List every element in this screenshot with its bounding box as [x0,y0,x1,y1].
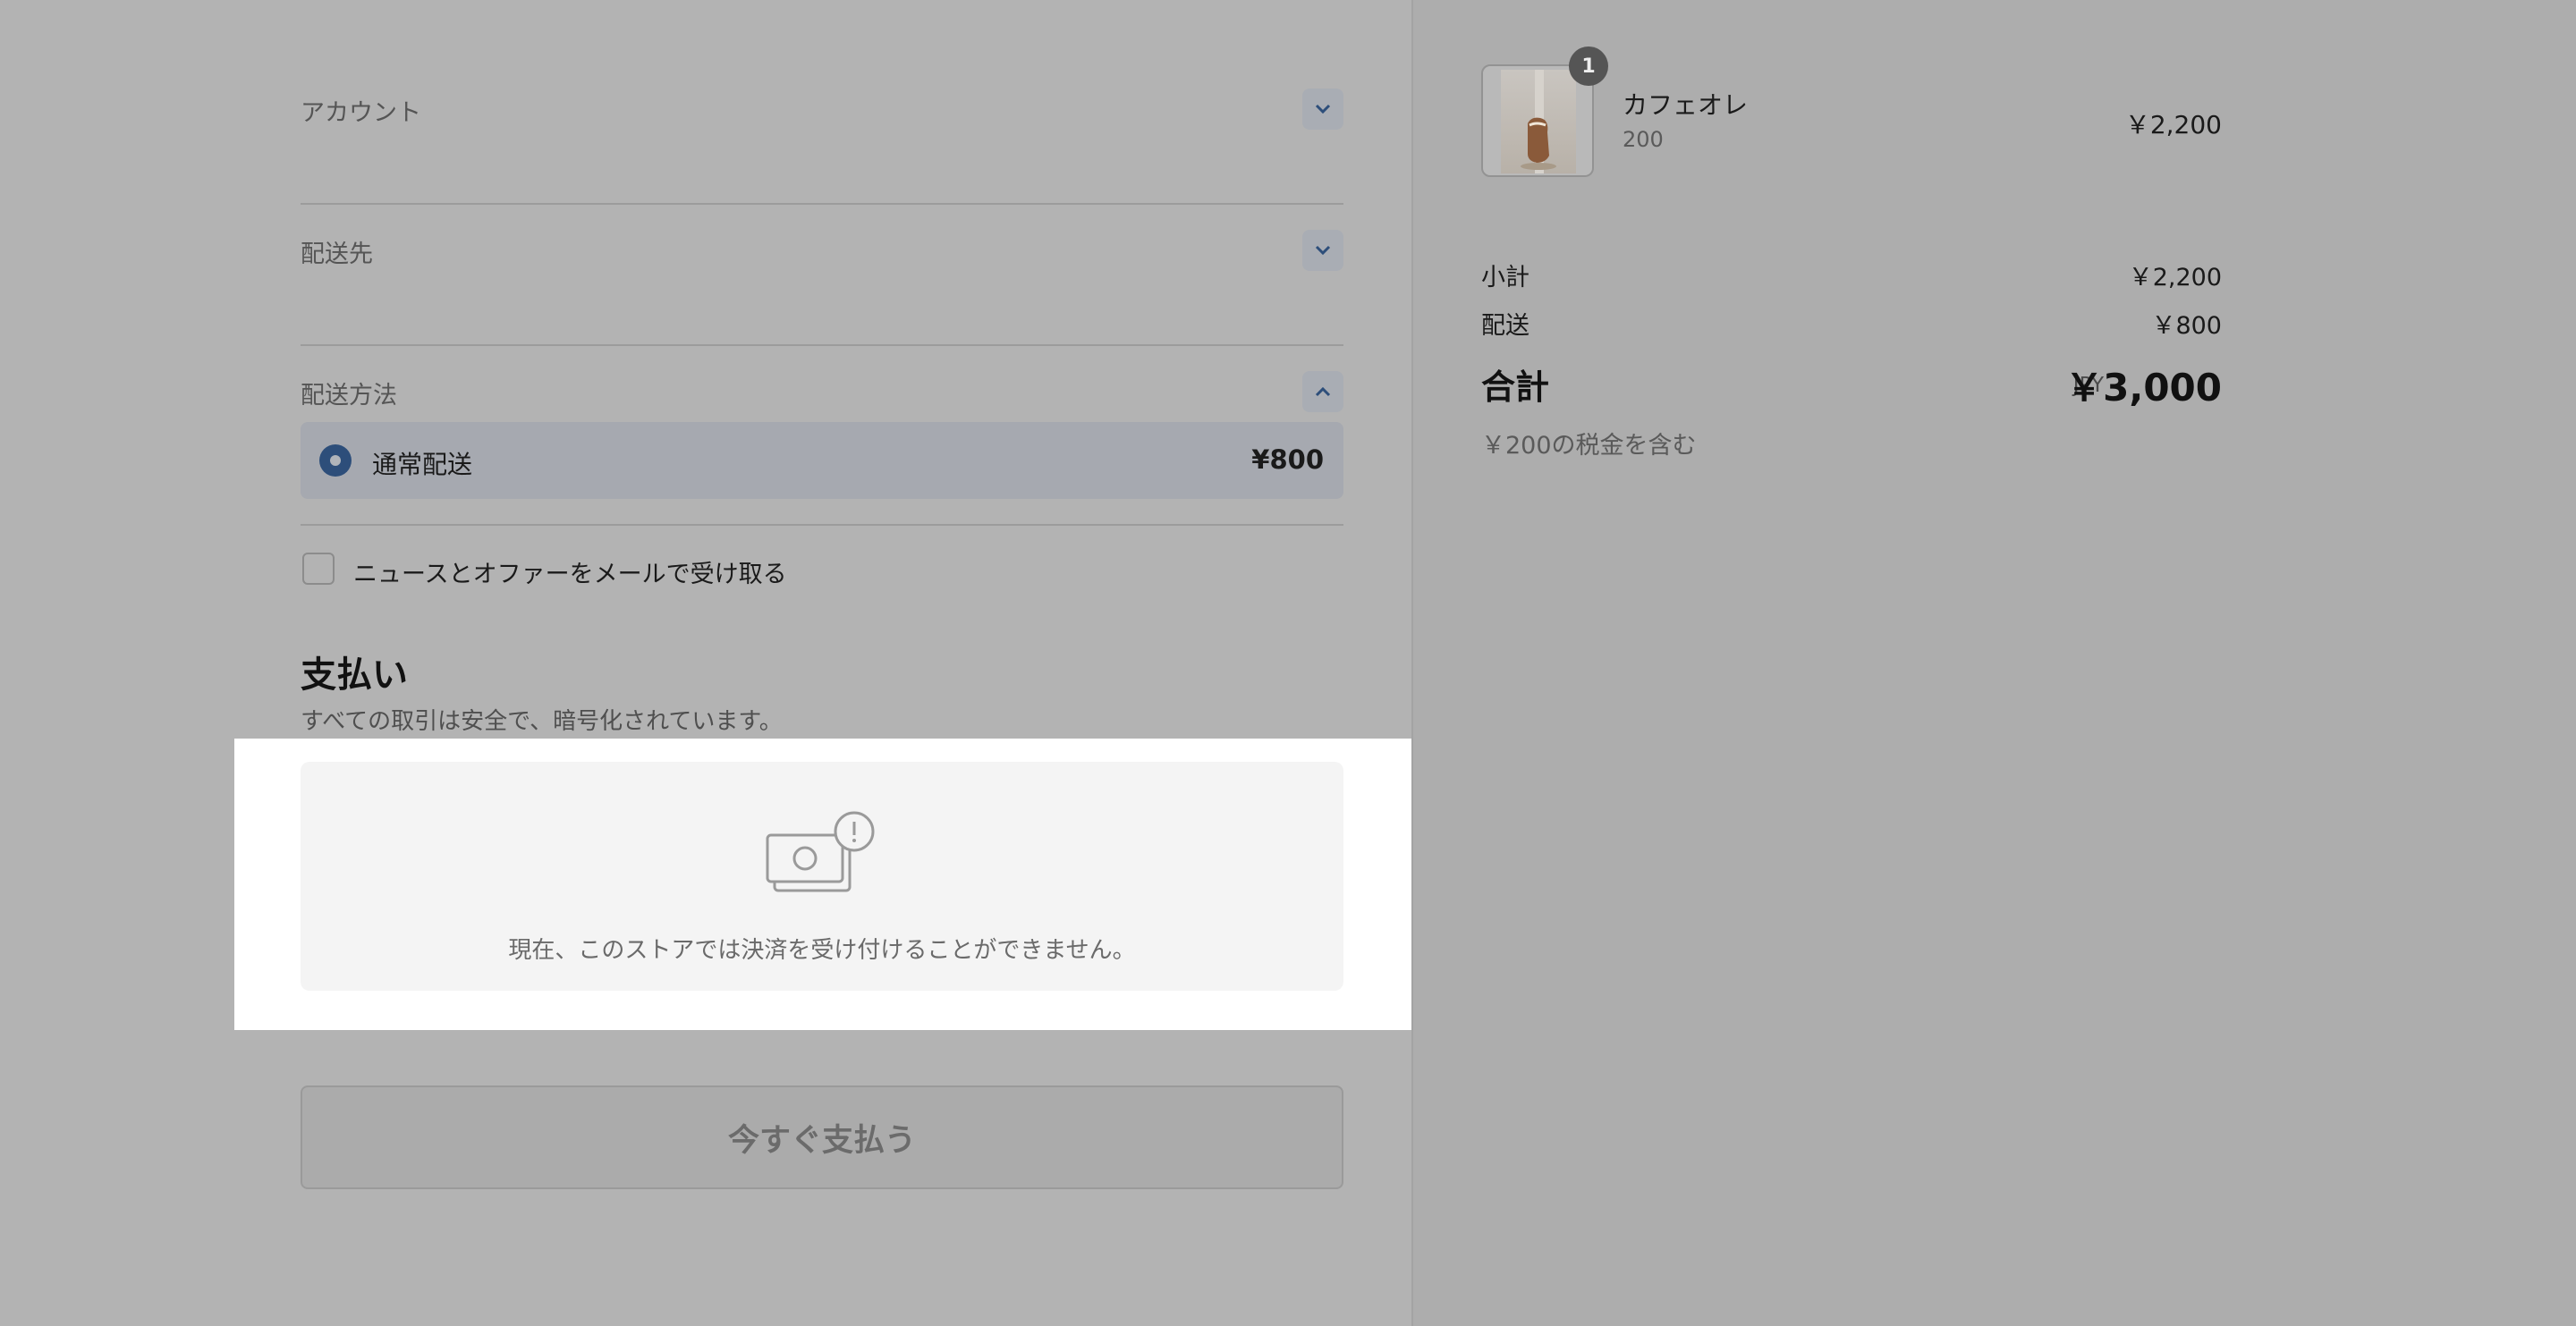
shipping-method-section-title: 配送方法 [301,382,397,410]
shipping-option-standard[interactable]: 通常配送 ¥800 [301,422,1343,499]
product-thumbnail: 1 [1481,46,1608,177]
divider [301,524,1343,526]
total-value: ￥3,000 [2065,366,2222,410]
shipping-value: ￥800 [2151,312,2222,340]
product-price: ￥2,200 [2124,110,2222,139]
shipping-option-price: ¥800 [1251,444,1324,475]
newsletter-checkbox[interactable] [302,553,335,585]
account-expand-button[interactable] [1302,89,1343,130]
shipping-option-label: 通常配送 [372,450,473,479]
cafe-au-lait-image [1521,70,1556,173]
shipping-label: 配送 [1481,312,1530,340]
account-section-title: アカウント [301,99,421,127]
subtotal-value: ￥2,200 [2128,264,2222,291]
subtotal-label: 小計 [1481,264,1530,291]
newsletter-label[interactable]: ニュースとオファーをメールで受け取る [353,554,787,589]
order-summary: 1 カフェオレ 200 ￥2,200 小計 ￥2,200 配送 ￥800 合計 … [1411,0,2576,1326]
chevron-down-icon [1315,104,1331,114]
payment-highlight: 現在、このストアでは決済を受け付けることができません。 [234,739,1411,1030]
product-image [1501,70,1576,173]
shipping-method-collapse-button[interactable] [1302,371,1343,412]
product-variant: 200 [1623,127,1664,152]
shipping-to-section-title: 配送先 [301,241,373,268]
chevron-up-icon [1315,386,1331,397]
divider [301,344,1343,346]
pay-now-button[interactable]: 今すぐ支払う [301,1085,1343,1189]
shipping-option-radio[interactable] [319,444,352,477]
payment-unavailable-message: 現在、このストアでは決済を受け付けることができません。 [508,937,1136,964]
payment-unavailable-box: 現在、このストアでは決済を受け付けることができません。 [301,762,1343,991]
product-name: カフェオレ [1623,90,1749,120]
shipping-to-expand-button[interactable] [1302,230,1343,271]
quantity-badge: 1 [1569,46,1608,86]
checkout-form: アカウント 配送先 配送方法 通常配送 ¥800 ニュースとオファーをメールで受… [0,0,1411,1326]
cash-warning-icon [766,811,875,892]
tax-note: ￥200の税金を含む [1481,432,1697,460]
chevron-down-icon [1315,245,1331,256]
payment-title: 支払い [301,655,408,696]
divider [301,203,1343,205]
total-label: 合計 [1481,367,1550,407]
payment-subtitle: すべての取引は安全で、暗号化されています。 [301,708,783,735]
